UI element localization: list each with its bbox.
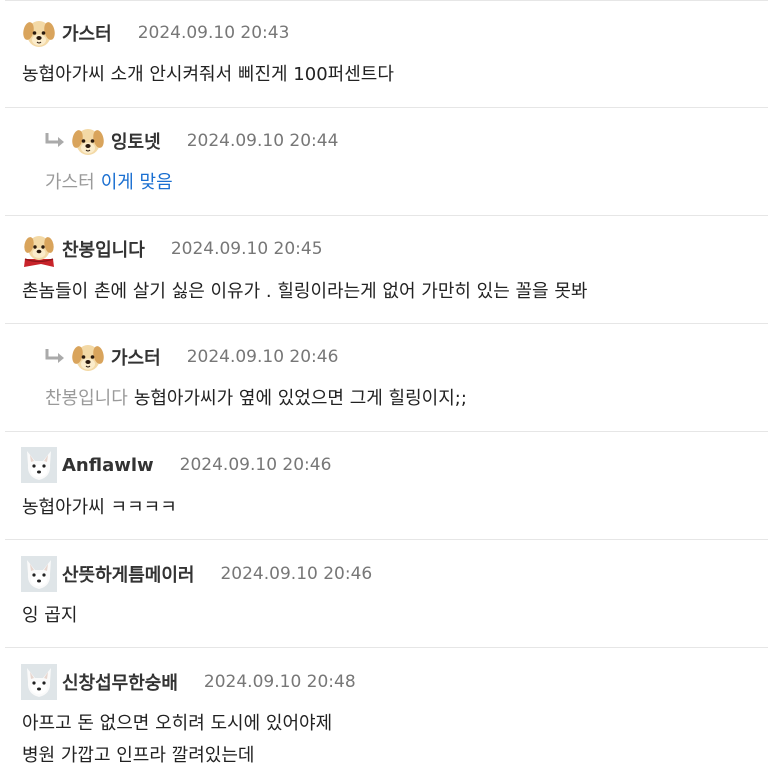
comment-text: 아프고 돈 없으면 오히려 도시에 있어야제 — [22, 713, 333, 734]
comment-date: 2024.09.10 20:48 — [203, 672, 356, 692]
comment-text: 촌놈들이 촌에 살기 싫은 이유가 . 힐링이라는게 없어 가만히 있는 꼴을 … — [22, 281, 588, 302]
comment-date: 2024.09.10 20:46 — [179, 455, 332, 475]
comment-author[interactable]: 산뜻하게틈메이러 — [62, 561, 194, 587]
reply-arrow-icon — [44, 347, 66, 367]
comment-date: 2024.09.10 20:46 — [220, 564, 373, 584]
comment-item: 찬봉입니다 2024.09.10 20:45 촌놈들이 촌에 살기 싫은 이유가… — [5, 216, 768, 324]
comment-item: Anflawlw 2024.09.10 20:46 농협아가씨 ㅋㅋㅋㅋ — [5, 432, 768, 540]
comment-author[interactable]: Anflawlw — [62, 455, 154, 476]
comment-author[interactable]: 가스터 — [111, 344, 161, 370]
comment-text: 이게 맞음 — [100, 172, 173, 193]
reply-item: 잉토넷 2024.09.10 20:44 가스터 이게 맞음 — [5, 108, 768, 216]
comment-item: 가스터 2024.09.10 20:43 농협아가씨 소개 안시켜줘서 삐진게 … — [5, 0, 768, 108]
comment-text: 농협아가씨 소개 안시켜줘서 삐진게 100퍼센트다 — [22, 64, 394, 85]
comment-author[interactable]: 찬봉입니다 — [62, 236, 145, 262]
comment-date: 2024.09.10 20:45 — [170, 239, 323, 259]
comment-date: 2024.09.10 20:46 — [186, 347, 339, 367]
comment-text: 농협아가씨가 옆에 있었으면 그게 힐링이지;; — [133, 388, 467, 409]
comment-item: 산뜻하게틈메이러 2024.09.10 20:46 잉 곱지 — [5, 540, 768, 648]
comment-text: 잉 곱지 — [22, 605, 78, 626]
reply-mention[interactable]: 찬봉입니다 — [45, 388, 128, 409]
reply-mention[interactable]: 가스터 — [45, 172, 95, 193]
white-fox-icon[interactable] — [21, 664, 57, 700]
golden-puppy-icon[interactable] — [70, 123, 106, 159]
comment-text: 농협아가씨 ㅋㅋㅋㅋ — [22, 497, 177, 518]
reply-item: 가스터 2024.09.10 20:46 찬봉입니다 농협아가씨가 옆에 있었으면… — [5, 324, 768, 432]
golden-puppy-icon[interactable] — [21, 15, 57, 51]
white-fox-icon[interactable] — [21, 447, 57, 483]
comment-author[interactable]: 잉토넷 — [111, 128, 161, 154]
reply-arrow-icon — [44, 131, 66, 151]
golden-puppy-icon[interactable] — [70, 339, 106, 375]
comment-author[interactable]: 가스터 — [62, 20, 112, 46]
comment-date: 2024.09.10 20:43 — [137, 23, 290, 43]
puppy-with-red-scarf-icon[interactable] — [21, 231, 57, 267]
comment-text-line-2: 병원 가깝고 인프라 깔려있는데 — [22, 745, 255, 766]
white-fox-icon[interactable] — [21, 556, 57, 592]
comment-date: 2024.09.10 20:44 — [186, 131, 339, 151]
comment-item: 신창섭무한숭배 2024.09.10 20:48 아프고 돈 없으면 오히려 도… — [5, 648, 768, 780]
comment-author[interactable]: 신창섭무한숭배 — [62, 669, 178, 695]
